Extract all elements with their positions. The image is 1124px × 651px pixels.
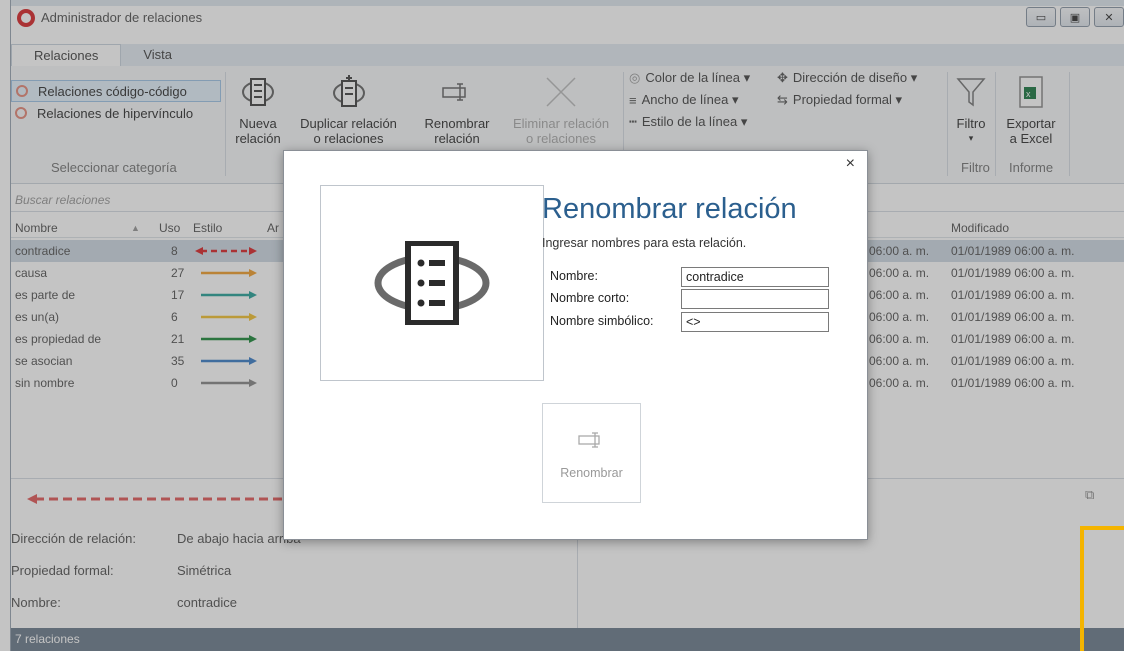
name-field[interactable]: contradice — [681, 267, 829, 287]
close-icon[interactable]: × — [846, 155, 855, 173]
rename-relation-dialog: × Renombrar relación Ingresar nombres pa… — [283, 150, 868, 540]
dialog-title: Renombrar relación — [542, 193, 797, 225]
relation-icon — [374, 241, 490, 325]
symbolic-name-label: Nombre simbólico: — [550, 314, 654, 328]
rename-icon — [577, 432, 607, 448]
relation-image-box — [320, 185, 544, 381]
short-name-label: Nombre corto: — [550, 291, 630, 305]
short-name-field[interactable] — [681, 289, 829, 309]
dialog-subtitle: Ingresar nombres para esta relación. — [542, 236, 747, 250]
symbolic-name-field[interactable]: <> — [681, 312, 829, 332]
highlight-frame — [1080, 526, 1124, 651]
rename-button[interactable]: Renombrar — [542, 403, 641, 503]
name-label: Nombre: — [550, 269, 598, 283]
